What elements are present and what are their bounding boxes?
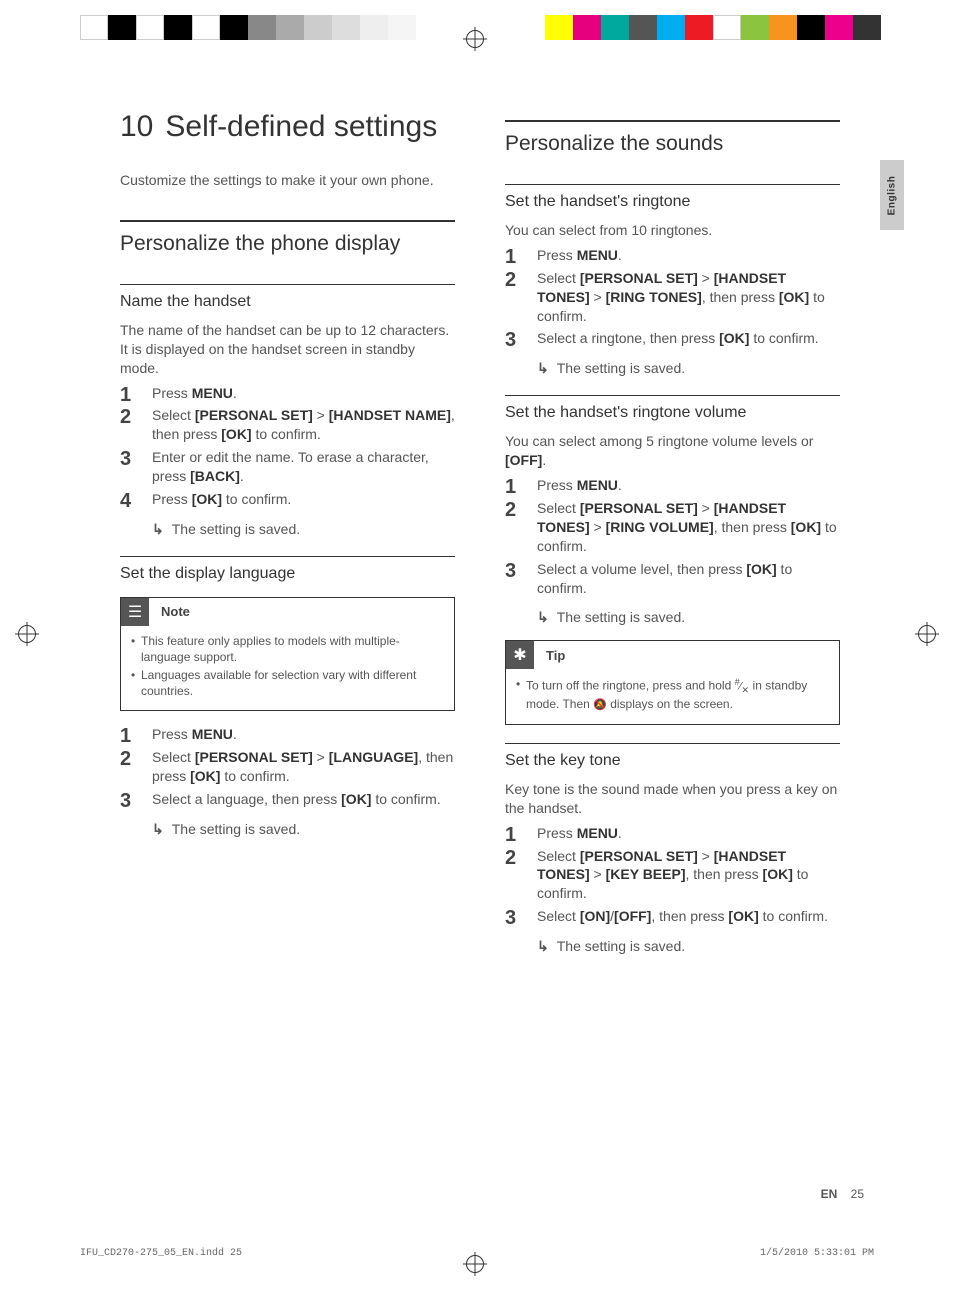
tip-box: ✱ Tip To turn off the ringtone, press an… [505, 640, 840, 724]
step-4: Press [OK] to confirm. [120, 490, 455, 509]
print-footer-timestamp: 1/5/2010 5:33:01 PM [760, 1248, 874, 1259]
tip-item: To turn off the ringtone, press and hold… [512, 677, 829, 712]
page-footer: EN 25 [821, 1187, 864, 1201]
chapter-text: Self-defined settings [165, 110, 437, 143]
step-3: Select a ringtone, then press [OK] to co… [505, 329, 840, 348]
step-1: Press MENU. [120, 384, 455, 403]
note-icon: ☰ [121, 598, 149, 626]
colorbar-right [545, 15, 881, 40]
result-arrow-icon: ↳ [537, 938, 549, 955]
chapter-intro: Customize the settings to make it your o… [120, 171, 455, 190]
step-3: Select [ON]/[OFF], then press [OK] to co… [505, 907, 840, 926]
step-1: Press MENU. [505, 824, 840, 843]
tip-label: Tip [534, 648, 565, 663]
step-1: Press MENU. [505, 476, 840, 495]
step-2: Select [PERSONAL SET] > [HANDSET TONES] … [505, 269, 840, 326]
step-2: Select [PERSONAL SET] > [LANGUAGE], then… [120, 748, 455, 786]
footer-lang: EN [821, 1187, 838, 1201]
name-handset-body: The name of the handset can be up to 12 … [120, 321, 455, 378]
right-column: Personalize the sounds Set the handset's… [505, 110, 840, 963]
ringtone-body: You can select from 10 ringtones. [505, 221, 840, 240]
ringtone-steps: Press MENU. Select [PERSONAL SET] > [HAN… [505, 246, 840, 348]
chapter-title: 10 Self-defined settings [120, 110, 455, 143]
print-footer: IFU_CD270-275_05_EN.indd 25 1/5/2010 5:3… [80, 1248, 874, 1259]
registration-mark-left [18, 625, 36, 643]
sub-ringtone-volume: Set the handset's ringtone volume [505, 395, 840, 422]
registration-mark-right [918, 625, 936, 643]
page-content: 10 Self-defined settings Customize the s… [120, 110, 840, 963]
sub-name-handset: Name the handset [120, 284, 455, 311]
registration-mark-top [466, 30, 484, 48]
result-arrow-icon: ↳ [537, 360, 549, 377]
sub-key-tone: Set the key tone [505, 743, 840, 770]
key-tone-steps: Press MENU. Select [PERSONAL SET] > [HAN… [505, 824, 840, 926]
step-1: Press MENU. [505, 246, 840, 265]
result-arrow-icon: ↳ [152, 821, 164, 838]
step-2: Select [PERSONAL SET] > [HANDSET TONES] … [505, 499, 840, 556]
sub-handset-ringtone: Set the handset's ringtone [505, 184, 840, 211]
result-line: ↳The setting is saved. [537, 938, 840, 955]
footer-page-number: 25 [851, 1187, 864, 1201]
language-tab: English [880, 160, 904, 230]
result-line: ↳The setting is saved. [537, 360, 840, 377]
section-personalize-display: Personalize the phone display [120, 220, 455, 256]
note-item: This feature only applies to models with… [127, 634, 444, 665]
step-2: Select [PERSONAL SET] > [HANDSET NAME], … [120, 406, 455, 444]
result-line: ↳The setting is saved. [152, 821, 455, 838]
result-arrow-icon: ↳ [537, 609, 549, 626]
note-box: ☰ Note This feature only applies to mode… [120, 597, 455, 711]
name-handset-steps: Press MENU. Select [PERSONAL SET] > [HAN… [120, 384, 455, 509]
step-1: Press MENU. [120, 725, 455, 744]
result-arrow-icon: ↳ [152, 521, 164, 538]
section-personalize-sounds: Personalize the sounds [505, 120, 840, 156]
step-3: Select a volume level, then press [OK] t… [505, 560, 840, 598]
ringtone-volume-body: You can select among 5 ringtone volume l… [505, 432, 840, 470]
note-item: Languages available for selection vary w… [127, 668, 444, 699]
result-line: ↳The setting is saved. [537, 609, 840, 626]
print-footer-file: IFU_CD270-275_05_EN.indd 25 [80, 1248, 242, 1259]
step-3: Select a language, then press [OK] to co… [120, 790, 455, 809]
colorbar-left [80, 15, 416, 40]
key-tone-body: Key tone is the sound made when you pres… [505, 780, 840, 818]
chapter-number: 10 [120, 110, 153, 143]
tip-icon: ✱ [506, 641, 534, 669]
step-3: Enter or edit the name. To erase a chara… [120, 448, 455, 486]
display-language-steps: Press MENU. Select [PERSONAL SET] > [LAN… [120, 725, 455, 809]
result-line: ↳The setting is saved. [152, 521, 455, 538]
hash-key-icon: #⁄✕ [735, 677, 750, 697]
sub-display-language: Set the display language [120, 556, 455, 583]
left-column: 10 Self-defined settings Customize the s… [120, 110, 455, 963]
step-2: Select [PERSONAL SET] > [HANDSET TONES] … [505, 847, 840, 904]
ringer-off-icon: 🔕 [593, 698, 607, 712]
ringtone-volume-steps: Press MENU. Select [PERSONAL SET] > [HAN… [505, 476, 840, 597]
note-label: Note [149, 604, 190, 619]
